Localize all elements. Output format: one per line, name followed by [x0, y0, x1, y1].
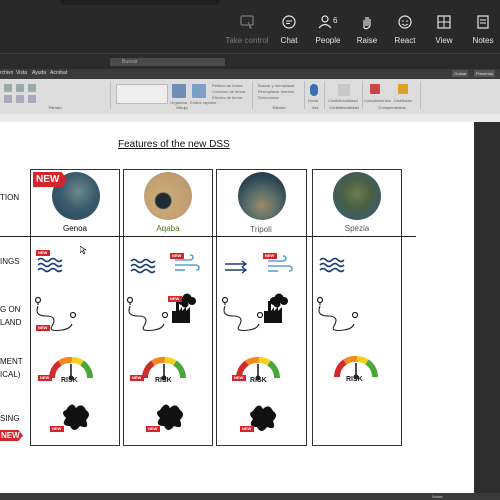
new-tag: NEW: [168, 296, 183, 302]
slide-icons-layer: [34, 254, 500, 431]
new-tag: NEW: [130, 375, 145, 381]
route-icon: [316, 296, 359, 332]
waves-icon: [319, 257, 345, 273]
route-icon: [126, 296, 169, 332]
new-tag: NEW: [263, 253, 278, 259]
oil-spill-icon: [63, 404, 89, 430]
new-tag: NEW: [232, 375, 247, 381]
new-tag: NEW: [36, 250, 51, 256]
new-badge-side: NEW: [0, 430, 23, 441]
risk-label: RISK: [155, 377, 172, 384]
factory-icon: [264, 293, 288, 323]
new-tag: NEW: [146, 426, 161, 432]
new-tag: NEW: [50, 426, 65, 432]
new-tag: NEW: [240, 426, 255, 432]
oil-spill-icon: [157, 404, 183, 430]
risk-label: RISK: [61, 377, 78, 384]
new-tag: NEW: [170, 253, 185, 259]
waves-icon: [130, 258, 156, 274]
new-tag: NEW: [38, 375, 53, 381]
risk-label: RISK: [250, 377, 267, 384]
new-tag: NEW: [36, 325, 51, 331]
risk-label: RISK: [346, 376, 363, 383]
waves-icon: [37, 257, 63, 273]
current-arrows-icon: [224, 260, 247, 274]
route-icon: [221, 296, 264, 332]
